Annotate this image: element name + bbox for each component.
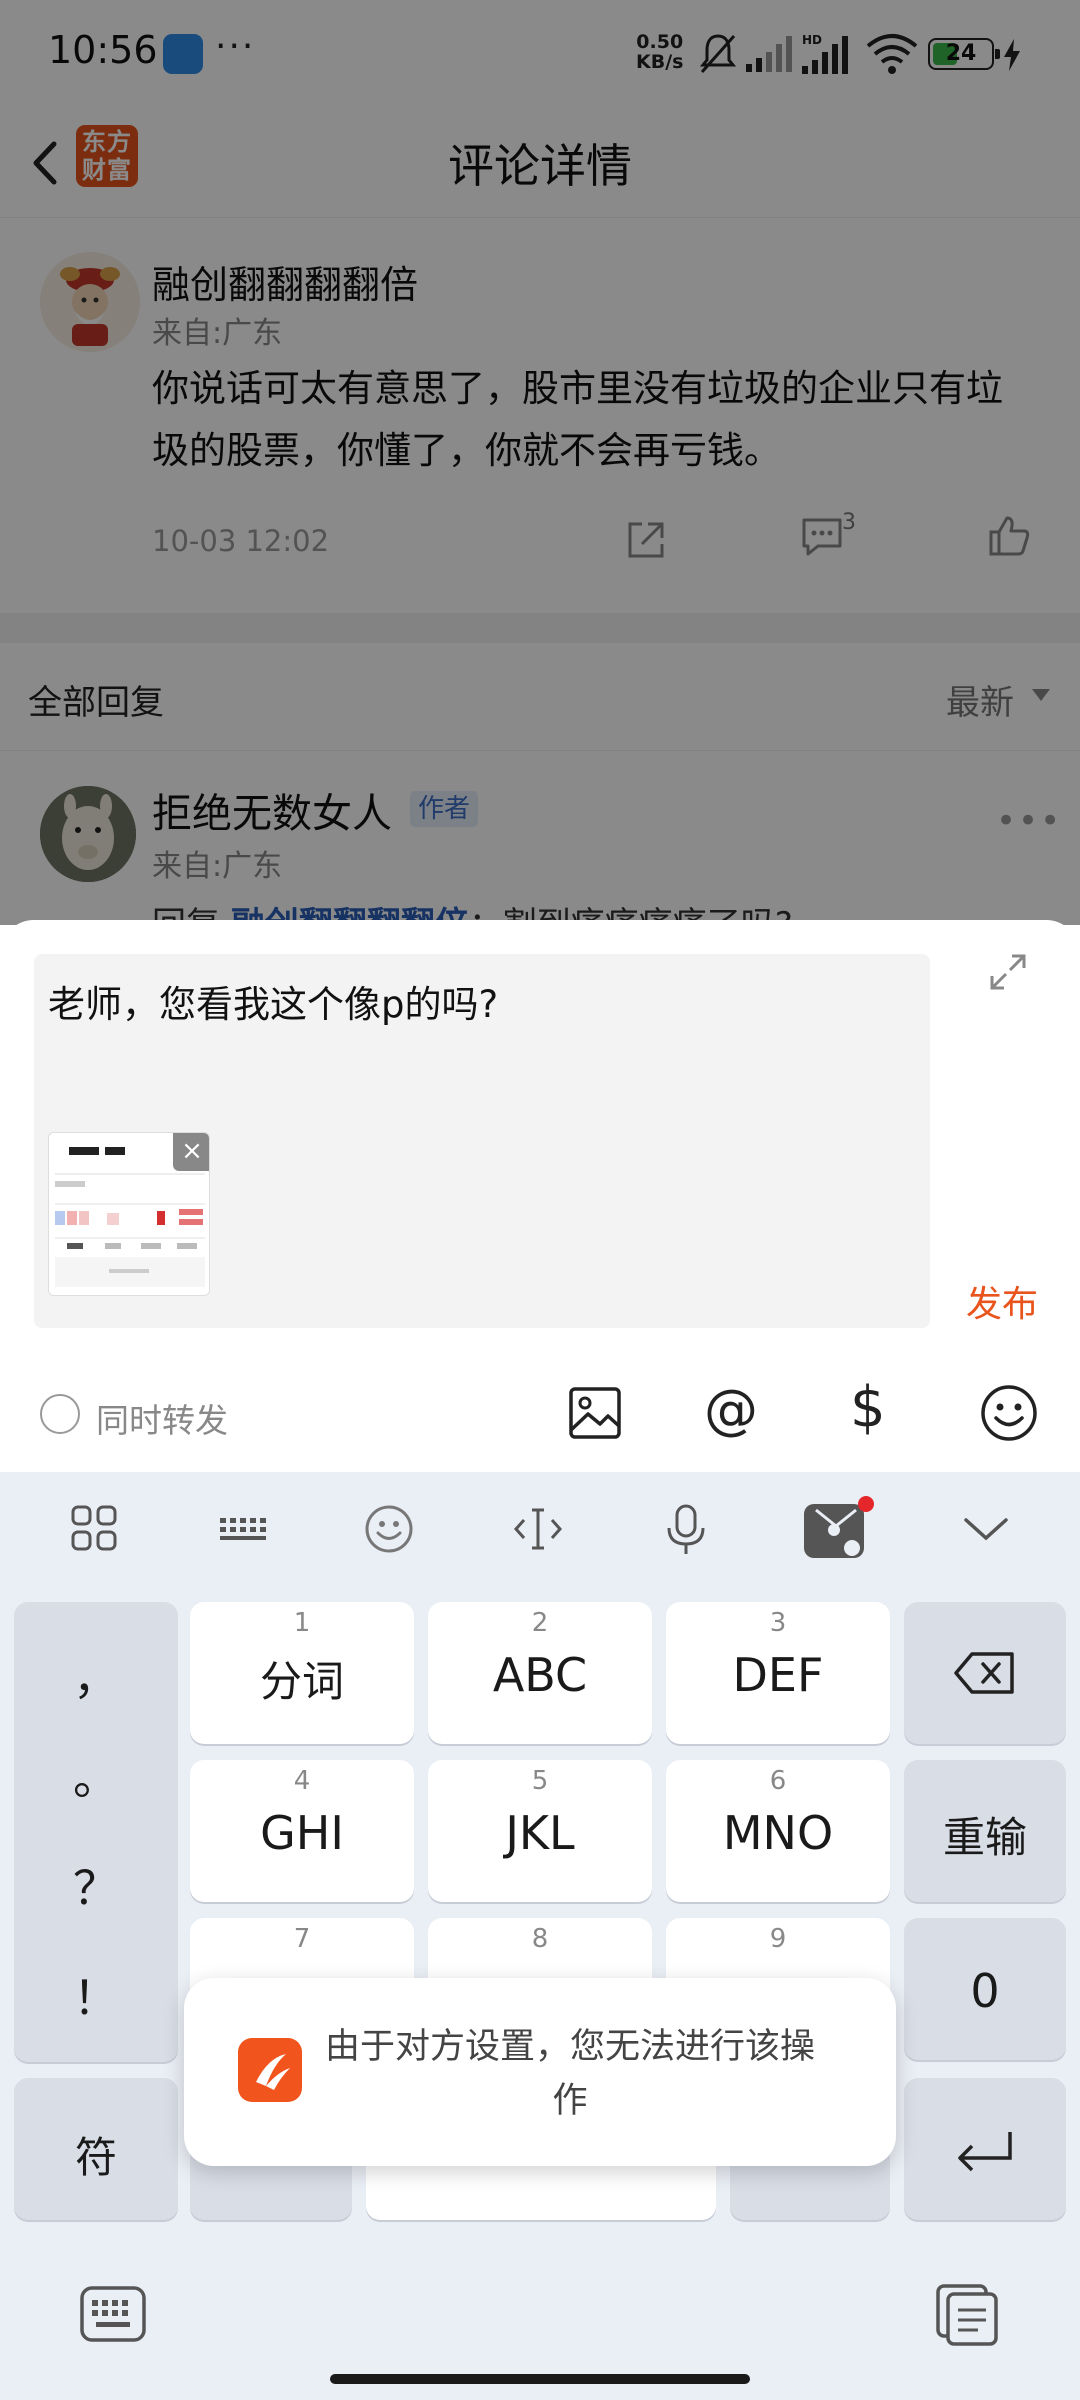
emoji-icon[interactable] bbox=[364, 1504, 414, 1554]
key-1[interactable]: 1 分词 bbox=[190, 1602, 414, 1744]
keyboard-icon[interactable] bbox=[218, 1504, 268, 1552]
toast: 由于对方设置，您无法进行该操作 bbox=[184, 1978, 896, 2166]
remove-image-button[interactable]: × bbox=[173, 1133, 209, 1171]
key-number: 3 bbox=[769, 1608, 787, 1638]
key-label: 0 bbox=[970, 1964, 1000, 2018]
punctuation-key[interactable]: 。 bbox=[14, 1742, 178, 1808]
key-label: 符 bbox=[74, 2133, 117, 2182]
mic-icon[interactable] bbox=[664, 1504, 708, 1556]
key-number: 4 bbox=[293, 1766, 311, 1796]
key-0[interactable]: 0 bbox=[904, 1918, 1066, 2060]
backspace-key[interactable] bbox=[904, 1602, 1066, 1744]
punctuation-key[interactable]: ？ bbox=[14, 1852, 178, 1918]
key-label: JKL bbox=[505, 1806, 575, 1860]
enter-key[interactable] bbox=[904, 2078, 1066, 2220]
composer-input[interactable]: 老师，您看我这个像p的吗? × bbox=[34, 954, 930, 1328]
grid-icon[interactable] bbox=[70, 1504, 118, 1552]
attached-image-thumbnail[interactable]: × bbox=[48, 1132, 210, 1296]
keyboard-toolbar bbox=[0, 1472, 1080, 1592]
composer-text[interactable]: 老师，您看我这个像p的吗? bbox=[48, 974, 498, 1028]
expand-icon[interactable] bbox=[988, 952, 1028, 992]
key-label: MNO bbox=[722, 1806, 834, 1860]
reenter-key[interactable]: 重输 bbox=[904, 1760, 1066, 1902]
backspace-icon bbox=[954, 1652, 1014, 1694]
key-label: ABC bbox=[492, 1648, 588, 1702]
key-4[interactable]: 4 GHI bbox=[190, 1760, 414, 1902]
key-2[interactable]: 2 ABC bbox=[428, 1602, 652, 1744]
at-icon[interactable]: @ bbox=[704, 1380, 758, 1440]
punctuation-key-column[interactable]: ， 。 ？ ！ bbox=[14, 1602, 178, 2062]
clipboard-icon[interactable] bbox=[934, 2282, 1000, 2346]
key-3[interactable]: 3 DEF bbox=[666, 1602, 890, 1744]
collapse-icon[interactable] bbox=[962, 1514, 1010, 1544]
punctuation-key[interactable]: ！ bbox=[14, 1962, 178, 2028]
dollar-icon[interactable]: $ bbox=[850, 1376, 886, 1440]
emoji-icon[interactable] bbox=[980, 1384, 1038, 1442]
key-5[interactable]: 5 JKL bbox=[428, 1760, 652, 1902]
keyboard: ， 。 ？ ！ 1 分词 2 ABC 3 DEF 4 GHI 5 JKL 6 M… bbox=[0, 1472, 1080, 2400]
key-6[interactable]: 6 MNO bbox=[666, 1760, 890, 1902]
publish-button[interactable]: 发布 bbox=[966, 1275, 1038, 1327]
home-indicator[interactable] bbox=[330, 2374, 750, 2384]
symbol-key[interactable]: 符 bbox=[14, 2078, 178, 2220]
key-number: 5 bbox=[531, 1766, 549, 1796]
repost-checkbox[interactable] bbox=[40, 1394, 80, 1434]
key-number: 8 bbox=[531, 1924, 549, 1954]
keyboard-switch-icon[interactable] bbox=[80, 2286, 146, 2342]
app-icon bbox=[238, 2038, 302, 2102]
key-number: 7 bbox=[293, 1924, 311, 1954]
cursor-icon[interactable] bbox=[512, 1504, 564, 1554]
punctuation-key[interactable]: ， bbox=[14, 1642, 178, 1708]
ad-lock-icon[interactable] bbox=[802, 1496, 874, 1562]
key-number: 1 bbox=[293, 1608, 311, 1638]
key-label: 分词 bbox=[259, 1657, 344, 1706]
key-number: 6 bbox=[769, 1766, 787, 1796]
key-number: 9 bbox=[769, 1924, 787, 1954]
enter-icon bbox=[958, 2132, 1012, 2172]
key-label: GHI bbox=[260, 1806, 344, 1860]
key-number: 2 bbox=[531, 1608, 549, 1638]
toast-message: 由于对方设置，您无法进行该操作 bbox=[324, 2027, 815, 2121]
key-label: 重输 bbox=[942, 1813, 1027, 1862]
image-icon[interactable] bbox=[568, 1386, 622, 1440]
dim-overlay[interactable] bbox=[0, 0, 1080, 925]
key-label: DEF bbox=[732, 1648, 824, 1702]
app-logo-icon bbox=[256, 2054, 290, 2090]
repost-label[interactable]: 同时转发 bbox=[96, 1394, 228, 1442]
reply-composer: 老师，您看我这个像p的吗? × 发布 同时转发 @ $ bbox=[0, 920, 1080, 1472]
